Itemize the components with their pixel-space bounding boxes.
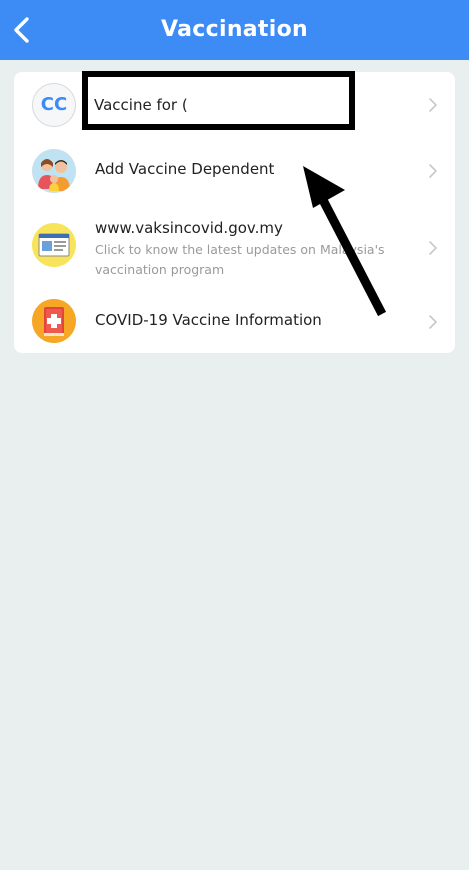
page-title: Vaccination [161,17,308,42]
avatar: CC [32,83,76,127]
medical-book-icon [32,299,76,343]
chevron-right-icon [429,164,437,178]
family-icon [32,149,76,193]
webpage-icon [32,223,76,267]
header-bar: Vaccination [0,0,469,60]
highlight-box-annotation [82,71,355,130]
chevron-right-icon [429,315,437,329]
list-item-label: Add Vaccine Dependent [95,160,275,178]
chevron-right-icon [429,98,437,112]
arrow-annotation-icon [303,166,387,317]
chevron-right-icon [429,241,437,255]
list-item-label: COVID-19 Vaccine Information [95,311,322,329]
list-item-label: www.vaksincovid.gov.my [95,219,283,237]
